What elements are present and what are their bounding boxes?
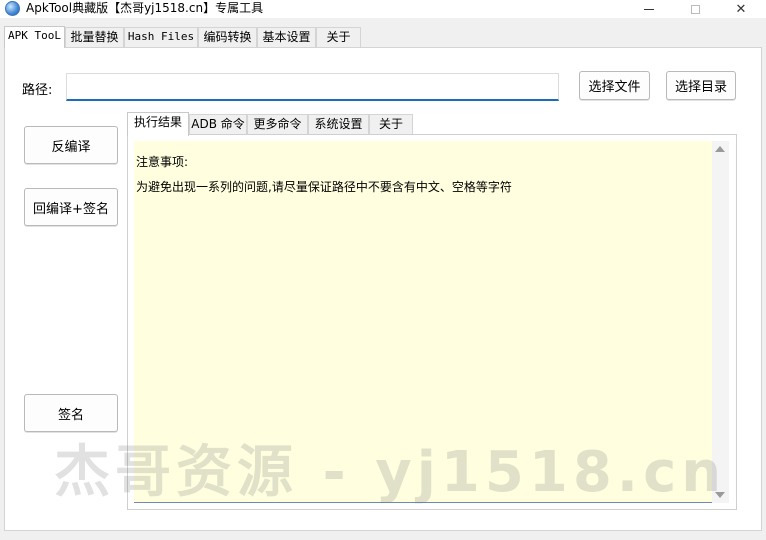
choose-directory-button[interactable]: 选择目录	[666, 71, 736, 100]
tab-adb-commands[interactable]: ADB 命令	[189, 114, 247, 135]
output-text-area[interactable]: 注意事项: 为避免出现一系列的问题,请尽量保证路径中不要含有中文、空格等字符	[134, 141, 712, 503]
maximize-button[interactable]	[672, 0, 718, 18]
choose-file-button[interactable]: 选择文件	[579, 71, 650, 100]
decompile-button[interactable]: 反编译	[24, 126, 118, 164]
app-globe-icon	[5, 1, 20, 16]
tab-basic-settings[interactable]: 基本设置	[257, 27, 316, 47]
output-scrollbar[interactable]	[712, 141, 729, 503]
sign-button[interactable]: 签名	[24, 394, 118, 432]
maximize-icon	[690, 4, 700, 14]
tab-encoding-convert[interactable]: 编码转换	[198, 27, 257, 47]
scroll-up-arrow-icon[interactable]	[715, 146, 725, 152]
tab-hash-files[interactable]: Hash Files	[124, 27, 198, 47]
close-icon: ✕	[735, 1, 747, 17]
close-button[interactable]: ✕	[718, 0, 764, 18]
output-line-notice-body: 为避免出现一系列的问题,请尽量保证路径中不要含有中文、空格等字符	[136, 180, 512, 194]
tab-batch-replace[interactable]: 批量替换	[65, 27, 124, 47]
tab-sub-about[interactable]: 关于	[369, 114, 413, 135]
window-title: ApkTool典藏版【杰哥yj1518.cn】专属工具	[26, 1, 264, 15]
minimize-icon	[644, 8, 654, 10]
tab-apk-tool[interactable]: APK TooL	[4, 26, 65, 48]
path-label: 路径:	[22, 83, 53, 98]
scroll-down-arrow-icon[interactable]	[715, 492, 725, 498]
minimize-button[interactable]	[626, 0, 672, 18]
title-bar: ApkTool典藏版【杰哥yj1518.cn】专属工具 ✕	[0, 0, 766, 18]
path-input[interactable]	[66, 73, 559, 101]
output-line-notice-title: 注意事项:	[136, 155, 189, 169]
tab-system-settings[interactable]: 系统设置	[308, 114, 369, 135]
tab-execution-result[interactable]: 执行结果	[127, 112, 189, 136]
tab-more-commands[interactable]: 更多命令	[247, 114, 308, 135]
recompile-sign-button[interactable]: 回编译+签名	[24, 188, 118, 226]
tab-about[interactable]: 关于	[316, 27, 361, 47]
